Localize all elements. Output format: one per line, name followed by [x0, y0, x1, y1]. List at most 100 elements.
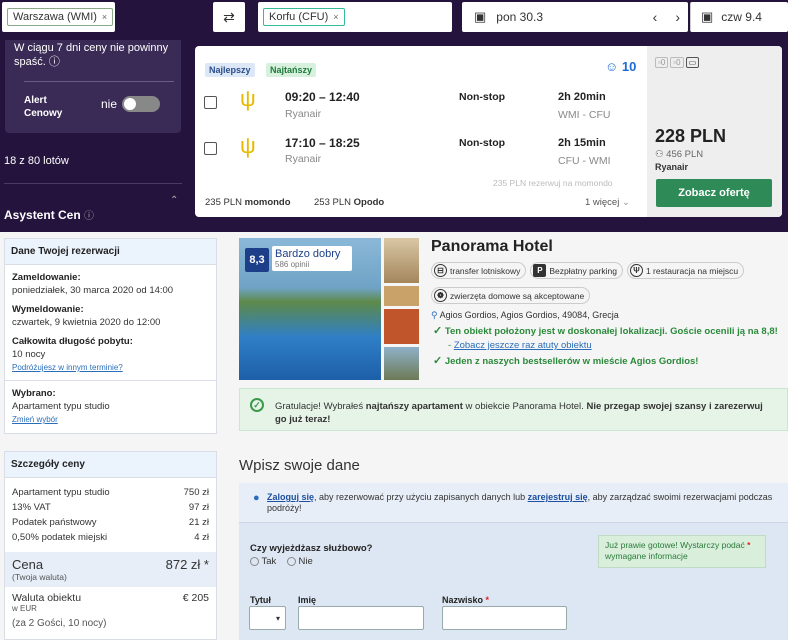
checkout-label: Wymeldowanie:: [12, 304, 84, 315]
see-offer-button[interactable]: Zobacz ofertę: [656, 179, 772, 207]
chevron-down-icon: ⌄: [621, 197, 630, 208]
price-row: Apartament typu studio 750 zł: [12, 487, 209, 498]
paw-icon: ❁: [434, 289, 447, 302]
leg-checkbox[interactable]: [204, 96, 217, 109]
chosen-label: Wybrano:: [12, 388, 56, 399]
price-details-title: Szczegóły ceny: [5, 452, 216, 478]
flight-price: 228 PLN: [655, 126, 727, 146]
price-per-group: ⚇ 456 PLN: [655, 149, 704, 160]
leg-times: 09:20 – 12:40: [285, 90, 360, 104]
first-name-input[interactable]: [298, 606, 424, 630]
checkin-label: Zameldowanie:: [12, 272, 81, 283]
reservation-title: Dane Twojej rezerwacji: [5, 239, 216, 265]
destination-chip[interactable]: Korfu (CFU) ×: [263, 8, 345, 26]
leg-stops: Non-stop: [459, 137, 506, 149]
price-row: 0,50% podatek miejski 4 zł: [12, 532, 209, 543]
alert-toggle[interactable]: [122, 96, 160, 112]
swap-button[interactable]: ⇄: [213, 2, 245, 32]
user-icon: ●: [253, 492, 260, 504]
yes-radio[interactable]: Tak: [250, 556, 276, 567]
location-pin-icon: ⚲: [431, 310, 438, 320]
location-highlight: ✓ Ten obiekt położony jest w doskonałej …: [433, 325, 778, 337]
origin-field[interactable]: Warszawa (WMI) ×: [2, 2, 115, 32]
divider: [24, 81, 174, 82]
rating-label: Bardzo dobry: [275, 248, 341, 260]
info-icon[interactable]: ⓘ: [84, 211, 94, 222]
first-name-label: Imię: [298, 595, 317, 605]
no-radio[interactable]: Nie: [286, 556, 313, 567]
restaurant-icon: Ψ: [629, 264, 643, 277]
amenity-parking: P Bezpłatny parking: [530, 262, 623, 279]
hotel-thumb-photo[interactable]: [384, 347, 419, 380]
flight-result-card[interactable]: Najlepszy Najtańszy ☺ 10 ψ 09:20 – 12:40…: [195, 46, 782, 217]
price-assistant[interactable]: Asystent Cen ⓘ: [4, 207, 94, 222]
prev-date-button[interactable]: ‹: [653, 9, 658, 25]
ryanair-logo: ψ: [240, 133, 256, 158]
login-link[interactable]: Zaloguj się: [267, 492, 314, 502]
score-badge: 8,3: [245, 248, 269, 272]
parking-icon: P: [533, 264, 547, 277]
card-icon: ▭: [685, 57, 700, 68]
chevron-up-icon[interactable]: ⌃: [170, 195, 178, 206]
change-choice-link[interactable]: Zmień wybór: [12, 413, 209, 426]
bestseller-note: ✓ Jeden z naszych bestsellerów w mieście…: [433, 355, 699, 367]
remove-icon[interactable]: ×: [102, 12, 107, 22]
alt-offer-1[interactable]: 235 PLN momondo: [205, 197, 291, 208]
length-label: Całkowita długość pobytu:: [12, 336, 133, 347]
people-icon: ⚇: [655, 149, 664, 160]
amenity-airport-transfer: ⊟ transfer lotniskowy: [431, 262, 527, 279]
return-date-field[interactable]: ▣ czw 9.4: [690, 2, 788, 32]
form-hint: Już prawie gotowe! Wystarczy podać * wyma…: [598, 535, 766, 568]
hotel-address: ⚲ Agios Gordios, Agios Gordios, 49084, G…: [431, 310, 619, 320]
hotel-thumb-photo[interactable]: [384, 238, 419, 283]
hotel-thumb-photo[interactable]: [384, 286, 419, 306]
chosen-value: Apartament typu studio: [12, 401, 110, 412]
leg-checkbox[interactable]: [204, 142, 217, 155]
form-title: Wpisz swoje dane: [239, 457, 360, 474]
remove-icon[interactable]: ×: [333, 12, 338, 22]
alt-offer-2[interactable]: 253 PLN Opodo: [314, 197, 384, 208]
price-row: Podatek państwowy 21 zł: [12, 517, 209, 528]
reviews-count[interactable]: 586 opinii: [275, 260, 348, 269]
amenity-pets: ❁ zwierzęta domowe są akceptowane: [431, 287, 591, 304]
origin-chip[interactable]: Warszawa (WMI) ×: [7, 8, 114, 26]
ryanair-logo: ψ: [240, 86, 256, 111]
total-row: Cena (Twoja waluta) 872 zł *: [5, 552, 216, 587]
more-offers[interactable]: 1 więcej ⌄: [585, 197, 630, 208]
price-notice: W ciągu 7 dni ceny nie powinny spaść. ⓘ: [14, 42, 169, 68]
checkin-value: poniedziałek, 30 marca 2020 od 14:00: [12, 285, 174, 296]
title-select[interactable]: ▾: [249, 606, 286, 630]
hotel-thumb-photo[interactable]: [384, 309, 419, 344]
info-icon[interactable]: ⓘ: [49, 56, 60, 68]
leg-stops: Non-stop: [459, 91, 506, 103]
next-date-button[interactable]: ›: [675, 9, 680, 25]
alert-value: nie: [101, 97, 118, 111]
change-dates-link[interactable]: Podróżujesz w innym terminie?: [12, 361, 209, 374]
check-icon: ✓: [433, 325, 443, 337]
leg-airline: Ryanair: [285, 153, 322, 165]
depart-date-field[interactable]: ▣ pon 30.3 ‹ ›: [462, 2, 688, 32]
leg-times: 17:10 – 18:25: [285, 136, 360, 150]
last-name-input[interactable]: [442, 606, 567, 630]
divider: [4, 183, 182, 184]
location-link-row: - Zobacz jeszcze raz atuty obiektu: [448, 340, 592, 351]
leg-duration: 2h 15min: [558, 137, 606, 149]
hotel-main-photo[interactable]: 8,3 Bardzo dobry 586 opinii: [239, 238, 381, 380]
score-badge: ☺ 10: [605, 59, 637, 74]
check-circle-icon: ✓: [250, 398, 264, 412]
leg-route: CFU - WMI: [558, 155, 611, 167]
destination-field[interactable]: Korfu (CFU) ×: [258, 2, 452, 32]
amenities: ⊟ transfer lotniskowy P Bezpłatny parking …: [431, 262, 745, 279]
local-currency-row: Waluta obiektu w EUR € 205: [12, 592, 209, 613]
leg-route: WMI - CFU: [558, 109, 611, 121]
smile-icon: ☺: [605, 59, 619, 74]
leg-duration: 2h 20min: [558, 91, 606, 103]
bus-icon: ⊟: [434, 264, 447, 277]
register-link[interactable]: zarejestruj się: [528, 492, 588, 502]
hotel-name: Panorama Hotel: [431, 238, 553, 255]
swap-icon: ⇄: [223, 8, 235, 25]
property-highlights-link[interactable]: Zobacz jeszcze raz atuty obiektu: [454, 340, 592, 351]
reservation-details-box: Dane Twojej rezerwacji Zameldowanie: pon…: [4, 238, 217, 434]
price-airline: Ryanair: [655, 162, 689, 172]
leg-airline: Ryanair: [285, 108, 322, 120]
